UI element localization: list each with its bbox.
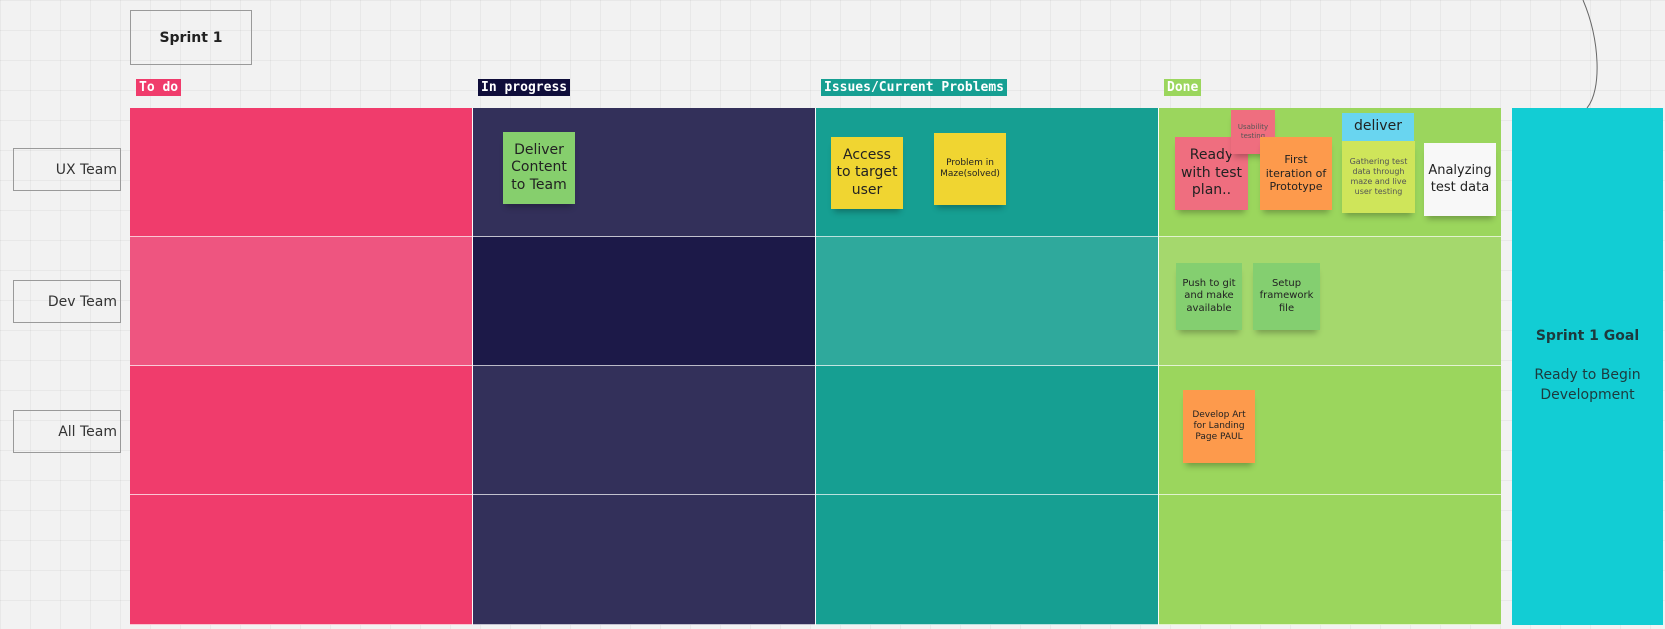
column-header-in-progress[interactable]: In progress bbox=[478, 79, 571, 96]
cell-todo-dev[interactable] bbox=[130, 237, 472, 366]
column-divider bbox=[815, 108, 816, 625]
row-label-all-team[interactable]: All Team bbox=[13, 410, 121, 453]
cell-todo-all[interactable] bbox=[130, 366, 472, 495]
sprint-title: Sprint 1 bbox=[159, 29, 223, 46]
sticky-text: Analyzing test data bbox=[1428, 163, 1492, 195]
sticky-text: Gathering test data through maze and liv… bbox=[1349, 157, 1408, 196]
column-divider bbox=[472, 108, 473, 625]
cell-done-extra[interactable] bbox=[1159, 495, 1501, 625]
sticky-gathering-test-data[interactable]: Gathering test data through maze and liv… bbox=[1342, 141, 1415, 213]
sticky-text: Deliver Content to Team bbox=[511, 141, 567, 193]
cell-issues-extra[interactable] bbox=[816, 495, 1158, 625]
sticky-push-to-git[interactable]: Push to git and make available bbox=[1176, 263, 1242, 330]
sticky-develop-art[interactable]: Develop Art for Landing Page PAUL bbox=[1183, 390, 1255, 463]
column-divider bbox=[1158, 108, 1159, 625]
sticky-problem-maze[interactable]: Problem in Maze(solved) bbox=[934, 133, 1006, 205]
row-label-ux-team[interactable]: UX Team bbox=[13, 148, 121, 191]
sprint-title-box[interactable]: Sprint 1 bbox=[130, 10, 252, 65]
cell-in-progress-all[interactable] bbox=[473, 366, 815, 495]
sticky-deliver-content[interactable]: Deliver Content to Team bbox=[503, 132, 575, 204]
sticky-text: Ready with test plan.. bbox=[1180, 147, 1243, 199]
sticky-text: Develop Art for Landing Page PAUL bbox=[1192, 409, 1246, 443]
cell-issues-all[interactable] bbox=[816, 366, 1158, 495]
column-header-todo[interactable]: To do bbox=[136, 79, 182, 96]
sticky-text: deliver bbox=[1354, 118, 1402, 135]
goal-title: Sprint 1 Goal bbox=[1535, 328, 1640, 344]
sticky-deliver[interactable]: deliver bbox=[1342, 113, 1414, 141]
cell-todo-extra[interactable] bbox=[130, 495, 472, 625]
cell-issues-dev[interactable] bbox=[816, 237, 1158, 366]
sticky-text: Push to git and make available bbox=[1182, 277, 1236, 314]
cell-in-progress-dev[interactable] bbox=[473, 237, 815, 366]
sticky-text: First iteration of Prototype bbox=[1265, 152, 1327, 194]
sprint-goal-panel[interactable]: Sprint 1 Goal Ready to Begin Development bbox=[1512, 108, 1663, 625]
row-label-dev-team[interactable]: Dev Team bbox=[13, 280, 121, 323]
sticky-text: Setup framework file bbox=[1259, 277, 1314, 314]
sticky-setup-framework[interactable]: Setup framework file bbox=[1253, 263, 1320, 330]
sticky-first-iteration[interactable]: First iteration of Prototype bbox=[1260, 137, 1332, 210]
column-header-issues[interactable]: Issues/Current Problems bbox=[821, 79, 1008, 96]
cell-todo-ux[interactable] bbox=[130, 108, 472, 237]
sticky-analyzing-test-data[interactable]: Analyzing test data bbox=[1424, 143, 1496, 216]
sticky-text: Access to target user bbox=[836, 146, 898, 198]
sticky-access-target-user[interactable]: Access to target user bbox=[831, 137, 903, 209]
sticky-text: Problem in Maze(solved) bbox=[940, 157, 1000, 179]
goal-text: Ready to Begin Development bbox=[1534, 367, 1641, 403]
column-header-done[interactable]: Done bbox=[1164, 79, 1202, 96]
cell-in-progress-extra[interactable] bbox=[473, 495, 815, 625]
